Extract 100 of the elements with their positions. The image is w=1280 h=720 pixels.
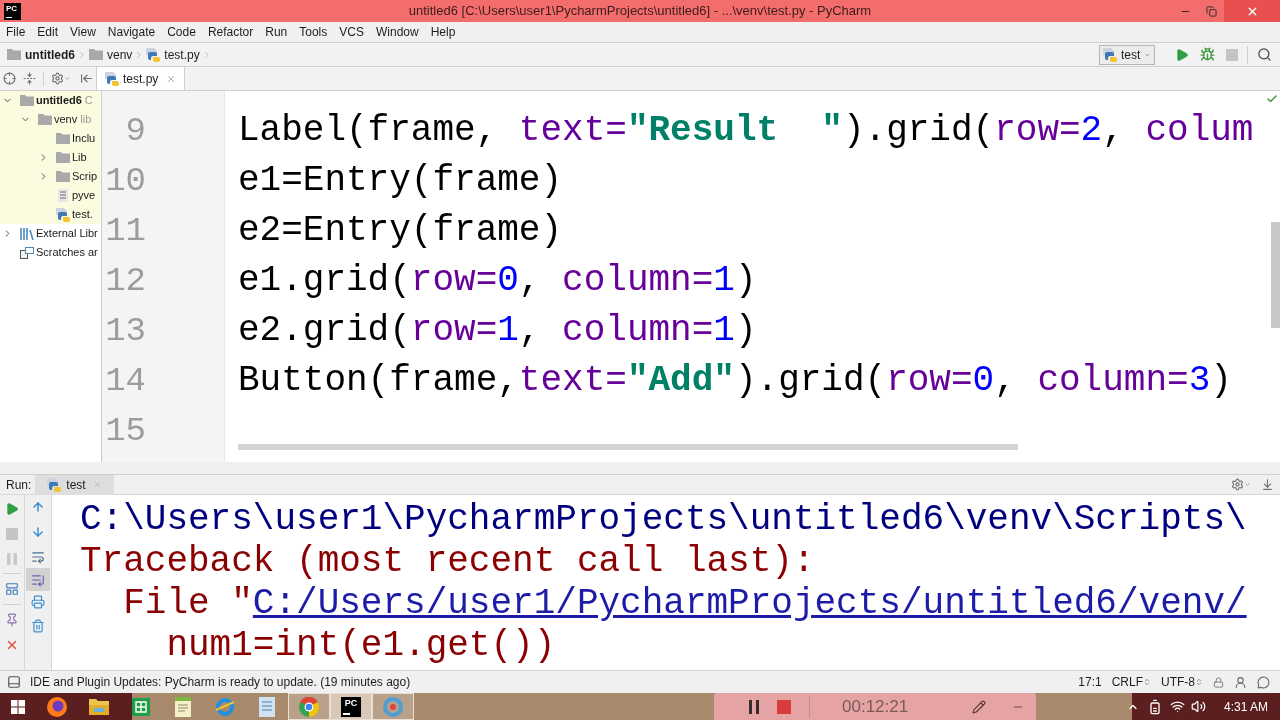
panel-title: Run: xyxy=(6,476,32,494)
recording-time: 00:12:21 xyxy=(842,695,909,718)
encoding-button[interactable]: UTF-8 xyxy=(1161,673,1203,691)
arrow-down-to-line-icon[interactable] xyxy=(1261,478,1274,491)
close-icon[interactable] xyxy=(166,73,177,84)
tree-item[interactable]: pyve xyxy=(0,186,101,205)
run-icon[interactable] xyxy=(5,502,19,516)
menu-item[interactable]: Help xyxy=(424,22,462,42)
menu-item[interactable]: Tools xyxy=(293,22,334,42)
code-line: e1=Entry(frame) xyxy=(238,159,563,203)
console-text: num1=int(e1.get()) xyxy=(165,625,556,667)
settings-icon[interactable] xyxy=(1231,478,1244,491)
print-icon[interactable] xyxy=(31,595,45,609)
layout-icon[interactable] xyxy=(5,582,19,596)
up-down-icon xyxy=(1143,677,1151,687)
scroll-to-end-button[interactable] xyxy=(26,568,50,591)
lock-icon[interactable] xyxy=(1213,676,1224,688)
search-icon[interactable] xyxy=(1257,47,1272,62)
tree-item[interactable]: Lib xyxy=(0,148,101,167)
folder-icon xyxy=(37,114,52,125)
stop-icon[interactable] xyxy=(777,699,791,714)
tree-item[interactable]: Scrip xyxy=(0,167,101,186)
folder-icon xyxy=(7,49,21,60)
file-link[interactable]: C:/Users/user1/PycharmProjects/untitled6/venv/ xyxy=(252,583,1247,625)
menu-item[interactable]: View xyxy=(64,22,102,42)
folder-icon xyxy=(89,698,109,715)
crosshair-icon[interactable] xyxy=(3,72,16,85)
caret-position[interactable]: 17:1 xyxy=(1078,673,1102,691)
menu-item[interactable]: Refactor xyxy=(201,22,260,42)
console-text: File " xyxy=(122,583,253,625)
browser-icon xyxy=(299,696,319,717)
folder-icon xyxy=(55,133,70,144)
restore-icon xyxy=(1205,5,1217,17)
run-tab[interactable]: test xyxy=(35,474,114,495)
menu-item[interactable]: Window xyxy=(369,22,425,42)
clock[interactable]: 4:31 AM xyxy=(1223,697,1268,716)
scratch-file-icon xyxy=(19,246,34,259)
tree-item[interactable]: untitled6 C xyxy=(0,91,101,110)
network-icon[interactable] xyxy=(1169,699,1185,714)
tree-item[interactable]: Inclu xyxy=(0,129,101,148)
app-logo: PC xyxy=(4,2,21,20)
folder-icon xyxy=(89,49,103,60)
taskbar-button[interactable]: PC xyxy=(330,693,372,720)
breadcrumb[interactable]: untitled6 xyxy=(7,45,75,64)
browser-icon xyxy=(47,696,67,717)
close-icon[interactable] xyxy=(5,638,19,652)
close-button[interactable] xyxy=(1224,0,1280,22)
pin-icon[interactable] xyxy=(5,613,19,627)
settings-icon[interactable] xyxy=(51,72,64,85)
code-line: Label(frame, text="Result ").grid(row=2, colum xyxy=(238,109,1254,153)
line-number: 14 xyxy=(105,361,146,402)
chat-icon[interactable] xyxy=(1257,675,1270,689)
line-number: 13 xyxy=(105,311,146,352)
tree-item[interactable]: test. xyxy=(0,205,101,224)
menu-item[interactable]: File xyxy=(0,22,32,42)
code-line: e2.grid(row=1, column=1) xyxy=(238,309,757,353)
person-icon[interactable] xyxy=(1234,675,1247,689)
arrow-down-icon[interactable] xyxy=(31,525,45,539)
editor-tab[interactable]: test.py xyxy=(97,67,186,90)
start-icon xyxy=(11,699,25,714)
code-line: e2=Entry(frame) xyxy=(238,209,563,253)
ring-icon xyxy=(383,696,403,717)
hide-icon[interactable] xyxy=(80,72,93,85)
code-line: Button(frame,text="Add").grid(row=0, column=3) xyxy=(238,359,1232,403)
run-icon[interactable] xyxy=(1175,47,1189,62)
menu-item[interactable]: Code xyxy=(161,22,202,42)
speaker-icon[interactable] xyxy=(1190,699,1206,714)
notepad-icon xyxy=(175,696,191,717)
spreadsheet-icon xyxy=(132,697,150,716)
caret-icon xyxy=(1244,481,1251,488)
tree-item[interactable]: venv lib xyxy=(0,110,101,129)
caret-icon xyxy=(64,75,71,82)
folder-icon xyxy=(19,95,34,106)
list-end-icon xyxy=(31,572,45,587)
console-text: Traceback (most recent call last): xyxy=(80,541,815,583)
window-title: untitled6 [C:\Users\user1\PycharmProjects\untitled6] - ...\venv\test.py - PyCharm xyxy=(407,2,873,20)
document-icon xyxy=(259,696,275,717)
horizontal-scrollbar[interactable] xyxy=(238,444,1018,450)
code-line: e1.grid(row=0, column=1) xyxy=(238,259,757,303)
menu-item[interactable]: VCS xyxy=(333,22,370,42)
run-config-dropdown[interactable]: test xyxy=(1099,44,1155,65)
vertical-scrollbar[interactable] xyxy=(1271,222,1280,328)
pencil-icon[interactable] xyxy=(972,699,987,714)
menu-item[interactable]: Run xyxy=(259,22,294,42)
line-separator-button[interactable]: CRLF xyxy=(1111,673,1151,691)
menu-item[interactable]: Edit xyxy=(31,22,65,42)
python-file-icon xyxy=(105,71,119,86)
trash-icon[interactable] xyxy=(31,619,45,633)
python-file-icon xyxy=(55,207,70,222)
breadcrumb[interactable]: venv xyxy=(89,45,133,64)
collapse-icon[interactable] xyxy=(23,72,36,85)
breadcrumb[interactable]: test.py xyxy=(146,45,200,64)
pause-icon[interactable] xyxy=(749,699,759,714)
debug-icon[interactable] xyxy=(1200,47,1215,62)
status-message: IDE and Plugin Updates: PyCharm is ready to update. (19 minutes ago) xyxy=(30,674,411,691)
python-file-icon xyxy=(1103,47,1117,62)
menu-item[interactable]: Navigate xyxy=(101,22,162,42)
panel-icon[interactable] xyxy=(7,675,21,689)
wrap-icon[interactable] xyxy=(31,550,45,564)
text-file-icon xyxy=(57,189,68,202)
